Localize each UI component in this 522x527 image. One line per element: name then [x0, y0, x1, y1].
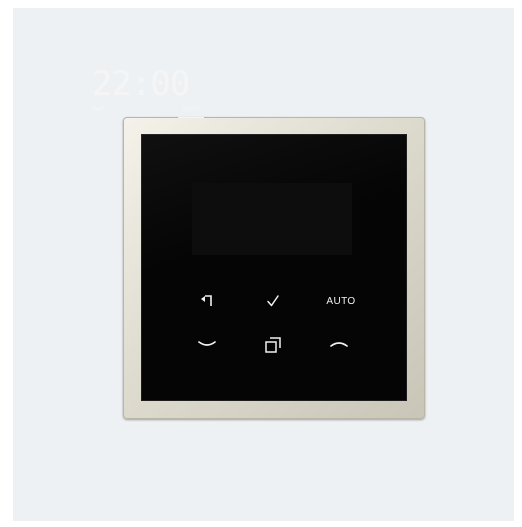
chevron-up-icon [330, 342, 348, 347]
back-button[interactable] [196, 291, 218, 311]
auto-button[interactable]: AUTO [322, 293, 360, 309]
checkmark-icon [267, 295, 279, 307]
glass-panel [141, 134, 407, 401]
window-icon [265, 337, 281, 353]
time-underline-icon [92, 106, 104, 111]
return-arrow-icon [201, 295, 212, 306]
auto-mode-indicator: AUTO [178, 107, 204, 118]
lcd-display [192, 183, 352, 255]
confirm-button[interactable] [262, 291, 284, 311]
time-display: 22:00 [92, 64, 190, 104]
menu-button[interactable] [262, 334, 284, 356]
chevron-down-icon [198, 341, 216, 346]
up-button[interactable] [327, 336, 351, 352]
down-button[interactable] [195, 336, 219, 352]
